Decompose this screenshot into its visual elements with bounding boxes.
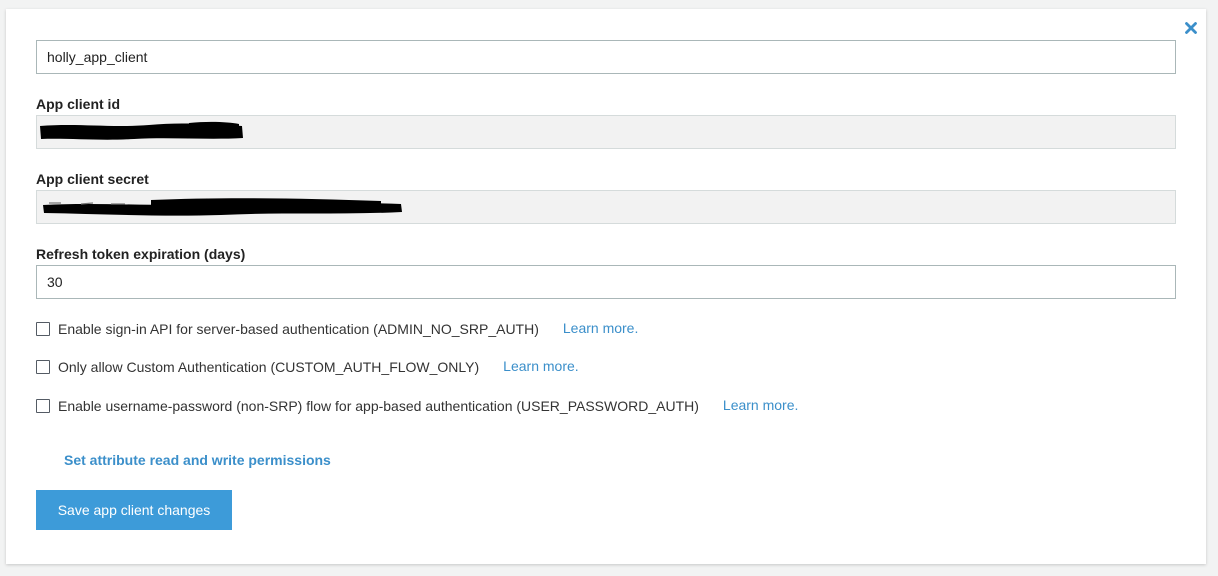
custom-auth-checkbox[interactable] xyxy=(36,360,50,374)
option-row-custom-auth: Only allow Custom Authentication (CUSTOM… xyxy=(36,358,579,376)
app-client-secret-label: App client secret xyxy=(36,171,149,187)
close-icon[interactable] xyxy=(1184,21,1198,35)
option-row-user-password: Enable username-password (non-SRP) flow … xyxy=(36,397,798,415)
refresh-token-input[interactable] xyxy=(36,265,1176,299)
refresh-token-label: Refresh token expiration (days) xyxy=(36,246,246,262)
learn-more-link[interactable]: Learn more. xyxy=(563,320,638,336)
attribute-permissions-link[interactable]: Set attribute read and write permissions xyxy=(64,452,331,468)
learn-more-link[interactable]: Learn more. xyxy=(503,358,578,374)
option-label: Only allow Custom Authentication (CUSTOM… xyxy=(58,359,480,375)
redaction-mark xyxy=(40,121,243,140)
app-client-id-field xyxy=(36,115,1176,149)
learn-more-link[interactable]: Learn more. xyxy=(723,397,798,413)
option-label: Enable sign-in API for server-based auth… xyxy=(58,321,539,337)
admin-no-srp-checkbox[interactable] xyxy=(36,322,50,336)
save-app-client-button[interactable]: Save app client changes xyxy=(36,490,232,530)
redaction-mark xyxy=(43,198,402,216)
option-label: Enable username-password (non-SRP) flow … xyxy=(58,398,699,414)
option-row-admin-no-srp: Enable sign-in API for server-based auth… xyxy=(36,320,638,338)
app-client-secret-field xyxy=(36,190,1176,224)
app-client-name-input[interactable] xyxy=(36,40,1176,74)
app-client-panel: App client id App client secret Refresh … xyxy=(6,9,1206,564)
app-client-id-label: App client id xyxy=(36,96,120,112)
user-password-checkbox[interactable] xyxy=(36,399,50,413)
